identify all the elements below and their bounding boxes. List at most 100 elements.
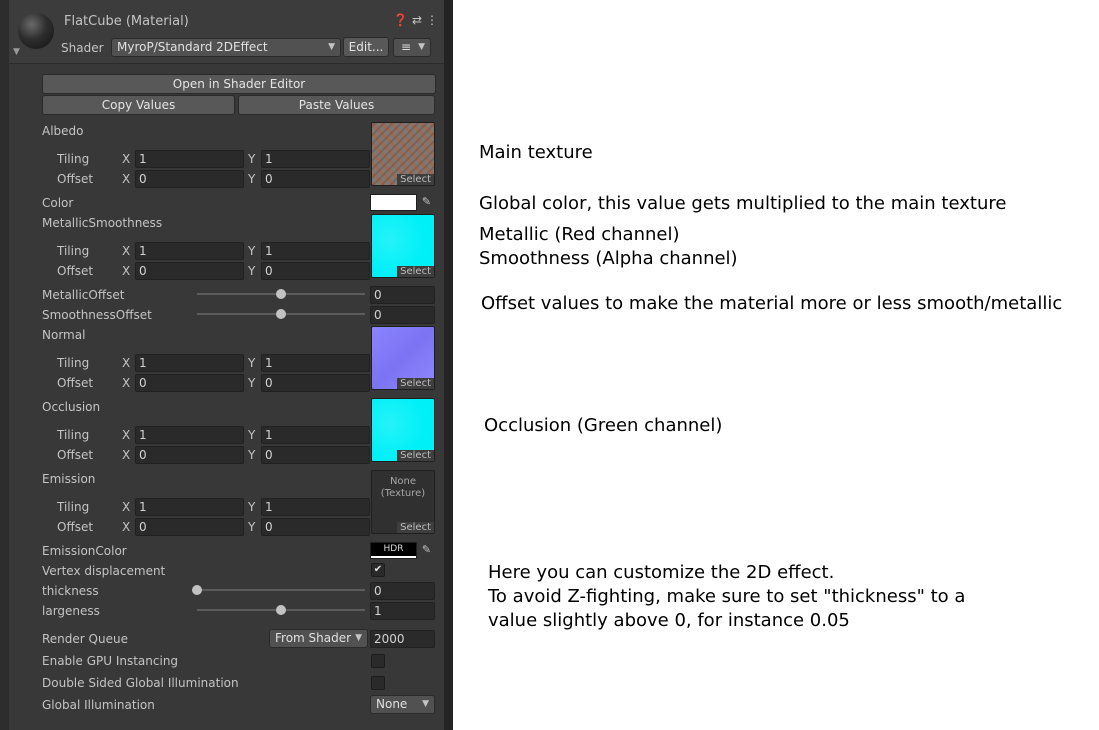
- none-texture-label: None (Texture): [380, 476, 426, 499]
- emission-color-swatch[interactable]: HDR: [370, 542, 417, 559]
- normal-texture-slot[interactable]: Select: [371, 326, 435, 390]
- metallic-offset-field[interactable]: 0: [370, 286, 435, 304]
- color-label: Color: [42, 196, 74, 210]
- left-edge-strip: [0, 0, 9, 730]
- metallic-offset-label: MetallicOffset: [42, 288, 125, 302]
- vertex-displacement-label: Vertex displacement: [42, 564, 166, 578]
- note-main-texture: Main texture: [479, 142, 593, 163]
- smoothness-offset-slider-thumb[interactable]: [276, 309, 286, 319]
- eyedropper-icon[interactable]: ✎: [418, 542, 435, 558]
- emission-offset-x[interactable]: 0: [135, 518, 244, 536]
- albedo-tiling-x[interactable]: 1: [135, 150, 244, 168]
- thickness-slider-thumb[interactable]: [192, 585, 202, 595]
- select-button[interactable]: Select: [397, 522, 434, 533]
- select-button[interactable]: Select: [397, 174, 434, 185]
- occlusion-tiling-x[interactable]: 1: [135, 426, 244, 444]
- select-button[interactable]: Select: [397, 450, 434, 461]
- emission-tiling-x[interactable]: 1: [135, 498, 244, 516]
- render-queue-mode: From Shader: [275, 631, 352, 645]
- tiling-label: Tiling: [57, 356, 90, 370]
- render-queue-dropdown[interactable]: From Shader ▼: [269, 629, 368, 648]
- largeness-field[interactable]: 1: [370, 602, 435, 620]
- note-metallic: Metallic (Red channel): [479, 224, 680, 245]
- note-occlusion: Occlusion (Green channel): [484, 415, 723, 436]
- offset-label: Offset: [57, 264, 94, 278]
- double-sided-gi-label: Double Sided Global Illumination: [42, 676, 239, 690]
- x-label: X: [122, 428, 131, 442]
- double-sided-gi-checkbox[interactable]: [371, 676, 385, 690]
- metallic-smoothness-texture-slot[interactable]: Select: [371, 214, 435, 278]
- y-label: Y: [248, 448, 256, 462]
- albedo-offset-y[interactable]: 0: [261, 170, 370, 188]
- metallic-offset-slider-thumb[interactable]: [276, 289, 286, 299]
- smoothness-offset-label: SmoothnessOffset: [42, 308, 152, 322]
- slider-track[interactable]: [197, 589, 365, 591]
- gpu-instancing-label: Enable GPU Instancing: [42, 654, 179, 668]
- copy-values-button[interactable]: Copy Values: [42, 95, 235, 115]
- normal-offset-y[interactable]: 0: [261, 374, 370, 392]
- shader-label: Shader: [61, 41, 104, 55]
- metallic-tiling-y[interactable]: 1: [261, 242, 370, 260]
- x-label: X: [122, 500, 131, 514]
- note-effect-line-2: To avoid Z-fighting, make sure to set "t…: [488, 586, 966, 607]
- metallic-offset-y[interactable]: 0: [261, 262, 370, 280]
- albedo-tiling-y[interactable]: 1: [261, 150, 370, 168]
- occlusion-offset-y[interactable]: 0: [261, 446, 370, 464]
- preset-icon[interactable]: ⇄: [412, 13, 426, 27]
- select-button[interactable]: Select: [397, 266, 434, 277]
- x-label: X: [122, 152, 131, 166]
- normal-offset-x[interactable]: 0: [135, 374, 244, 392]
- global-illumination-label: Global Illumination: [42, 698, 155, 712]
- largeness-slider-thumb[interactable]: [276, 605, 286, 615]
- list-icon: ≡: [401, 40, 412, 54]
- render-queue-field[interactable]: 2000: [370, 630, 435, 648]
- normal-tiling-y[interactable]: 1: [261, 354, 370, 372]
- thickness-field[interactable]: 0: [370, 582, 435, 600]
- smoothness-offset-field[interactable]: 0: [370, 306, 435, 324]
- foldout-arrow-icon[interactable]: ▼: [13, 47, 20, 57]
- hdr-alpha-bar: [371, 556, 416, 558]
- shader-value: MyroP/Standard 2DEffect: [117, 40, 268, 54]
- shader-options-dropdown[interactable]: ≡ ▼: [393, 38, 431, 57]
- occlusion-texture-slot[interactable]: Select: [371, 398, 435, 462]
- note-effect-line-1: Here you can customize the 2D effect.: [488, 562, 835, 583]
- albedo-label: Albedo: [42, 124, 84, 138]
- material-header: ▼ FlatCube (Material) ❓⇄⋮ Shader MyroP/S…: [9, 0, 444, 64]
- albedo-offset-x[interactable]: 0: [135, 170, 244, 188]
- emission-tiling-y[interactable]: 1: [261, 498, 370, 516]
- y-label: Y: [248, 172, 256, 186]
- gpu-instancing-checkbox[interactable]: [371, 654, 385, 668]
- header-icons: ❓⇄⋮: [393, 13, 442, 27]
- more-icon[interactable]: ⋮: [426, 13, 442, 27]
- help-icon[interactable]: ❓: [393, 13, 412, 27]
- eyedropper-icon[interactable]: ✎: [418, 194, 435, 210]
- offset-label: Offset: [57, 448, 94, 462]
- x-label: X: [122, 448, 131, 462]
- normal-tiling-x[interactable]: 1: [135, 354, 244, 372]
- chevron-down-icon: ▼: [355, 633, 362, 643]
- emission-texture-slot[interactable]: None (Texture) Select: [371, 470, 435, 534]
- metallic-offset-x[interactable]: 0: [135, 262, 244, 280]
- metallic-tiling-x[interactable]: 1: [135, 242, 244, 260]
- y-label: Y: [248, 500, 256, 514]
- paste-values-button[interactable]: Paste Values: [238, 95, 435, 115]
- x-label: X: [122, 244, 131, 258]
- edit-shader-button[interactable]: Edit...: [343, 37, 389, 57]
- y-label: Y: [248, 356, 256, 370]
- occlusion-offset-x[interactable]: 0: [135, 446, 244, 464]
- albedo-texture-slot[interactable]: Select: [371, 122, 435, 186]
- emission-offset-y[interactable]: 0: [261, 518, 370, 536]
- select-button[interactable]: Select: [397, 378, 434, 389]
- occlusion-tiling-y[interactable]: 1: [261, 426, 370, 444]
- chevron-down-icon: ▼: [418, 42, 425, 52]
- global-illumination-dropdown[interactable]: None ▼: [370, 695, 435, 714]
- x-label: X: [122, 264, 131, 278]
- color-swatch[interactable]: [370, 194, 417, 211]
- open-shader-editor-button[interactable]: Open in Shader Editor: [42, 74, 436, 94]
- vertex-displacement-checkbox[interactable]: ✔: [371, 563, 385, 577]
- render-queue-label: Render Queue: [42, 632, 128, 646]
- tiling-label: Tiling: [57, 244, 90, 258]
- shader-dropdown[interactable]: MyroP/Standard 2DEffect ▼: [111, 38, 341, 57]
- metallic-smoothness-label: MetallicSmoothness: [42, 216, 163, 230]
- y-label: Y: [248, 264, 256, 278]
